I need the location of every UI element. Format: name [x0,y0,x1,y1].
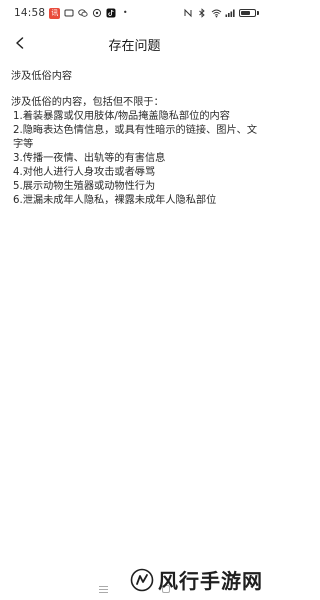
status-time: 14:58 [14,7,46,19]
app-icon [64,8,74,18]
bluetooth-icon [197,8,207,18]
rule-item: 3.传播一夜情、出轨等的有害信息 [13,153,166,164]
intro-text: 涉及低俗的内容，包括但不限于： [11,97,164,108]
rule-item: 2.隐晦表达色情信息，或具有性暗示的链接、图片、文字等 [13,125,258,150]
battery-icon [239,9,259,17]
tiktok-icon [106,8,116,18]
rule-item: 5.展示动物生殖器或动物性行为 [13,181,156,192]
battery-fill [241,11,251,15]
wifi-icon [211,8,222,18]
rule-item: 4.对他人进行人身攻击或者辱骂 [13,167,156,178]
signal-icon [225,8,235,18]
battery-tip [257,11,259,15]
app-icon-2 [92,8,102,18]
watermark: 风行手游网 [130,565,263,594]
rule-list: 1.着装暴露或仅用肢体/物品掩盖隐私部位的内容 2.隐晦表达色情信息，或具有性暗… [11,110,261,208]
status-bar: 14:58 讯 • [0,0,269,26]
app-badge-icon: 讯 [49,7,61,19]
nfc-icon [183,8,193,18]
more-dots-icon: • [122,8,128,17]
nav-bar: 存在问题 [0,26,269,60]
page-title: 存在问题 [108,39,161,54]
content-area: 涉及低俗内容 涉及低俗的内容，包括但不限于： 1.着装暴露或仅用肢体/物品掩盖隐… [11,70,261,208]
status-left-group: 14:58 讯 • [14,7,130,19]
status-right-group [183,8,259,18]
watermark-logo-icon [130,568,154,591]
watermark-text: 风行手游网 [158,569,263,593]
rule-item: 6.泄漏未成年人隐私，裸露未成年人隐私部位 [13,195,217,206]
battery-body [239,9,256,17]
section-heading: 涉及低俗内容 [11,71,73,82]
wechat-icon [78,8,88,18]
rule-item: 1.着装暴露或仅用肢体/物品掩盖隐私部位的内容 [13,111,230,122]
menu-nav-button[interactable] [99,585,108,593]
